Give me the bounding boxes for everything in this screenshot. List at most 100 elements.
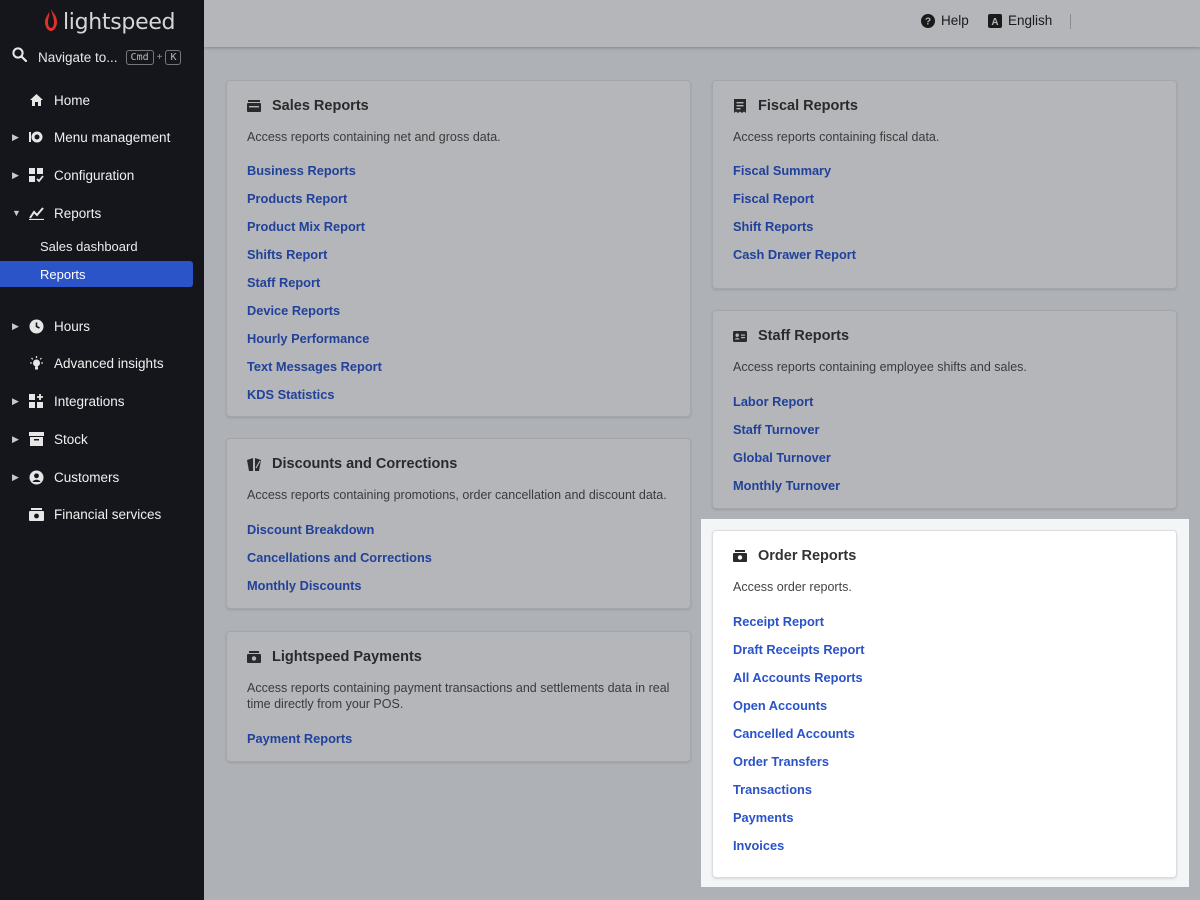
sidebar-subitem-label: Reports	[40, 266, 86, 282]
card-description: Access reports containing payment transa…	[247, 681, 670, 711]
link-cash-drawer-report[interactable]: Cash Drawer Report	[733, 247, 856, 262]
help-icon: ?	[921, 13, 935, 28]
card-link-list: Fiscal Summary Fiscal Report Shift Repor…	[733, 157, 856, 269]
svg-text:?: ?	[925, 16, 931, 27]
link-kds-statistics[interactable]: KDS Statistics	[247, 387, 334, 402]
clock-icon	[28, 318, 44, 334]
sidebar-item-reports[interactable]: ▼ Reports	[0, 200, 204, 226]
integrations-icon	[28, 393, 44, 409]
card-link-list: Labor Report Staff Turnover Global Turno…	[733, 388, 840, 500]
link-monthly-discounts[interactable]: Monthly Discounts	[247, 578, 361, 593]
reports-icon	[28, 205, 44, 221]
link-labor-report[interactable]: Labor Report	[733, 394, 813, 409]
sidebar-item-label: Menu management	[54, 129, 171, 145]
topbar-divider	[1070, 14, 1071, 29]
card-link-list: Business Reports Products Report Product…	[247, 157, 382, 408]
card-link-list: Payment Reports	[247, 725, 352, 753]
link-hourly-performance[interactable]: Hourly Performance	[247, 331, 369, 346]
k-key: K	[165, 49, 182, 65]
card-title: Fiscal Reports	[758, 98, 858, 114]
link-draft-receipts-report[interactable]: Draft Receipts Report	[733, 642, 865, 657]
link-order-transfers[interactable]: Order Transfers	[733, 754, 829, 769]
sidebar-item-advanced-insights[interactable]: Advanced insights	[0, 350, 204, 376]
chevron-right-icon: ▶	[12, 320, 19, 331]
menu-management-icon	[28, 129, 44, 145]
sidebar-subitem-sales-dashboard[interactable]: Sales dashboard	[0, 233, 193, 259]
navigate-label: Navigate to...	[38, 49, 118, 65]
link-payments[interactable]: Payments	[733, 810, 793, 825]
sidebar-item-label: Financial services	[54, 506, 162, 522]
link-business-reports[interactable]: Business Reports	[247, 163, 356, 178]
sidebar-item-integrations[interactable]: ▶ Integrations	[0, 388, 204, 414]
cash-icon	[247, 650, 261, 664]
link-payment-reports[interactable]: Payment Reports	[247, 731, 352, 746]
sidebar-item-label: Configuration	[54, 167, 135, 183]
link-cancellations-corrections[interactable]: Cancellations and Corrections	[247, 550, 432, 565]
help-label: Help	[941, 13, 969, 28]
sidebar-item-home[interactable]: Home	[0, 87, 204, 113]
sidebar-item-label: Integrations	[54, 393, 125, 409]
sidebar-item-label: Home	[54, 92, 91, 108]
link-monthly-turnover[interactable]: Monthly Turnover	[733, 478, 840, 493]
link-discount-breakdown[interactable]: Discount Breakdown	[247, 522, 374, 537]
language-selector[interactable]: A English	[988, 13, 1052, 28]
navigate-search[interactable]: Navigate to... Cmd + K	[12, 46, 197, 68]
sidebar-item-label: Hours	[54, 318, 91, 334]
card-description: Access order reports.	[733, 580, 852, 594]
link-receipt-report[interactable]: Receipt Report	[733, 614, 824, 629]
receipt-icon	[733, 99, 747, 113]
link-transactions[interactable]: Transactions	[733, 782, 812, 797]
card-description: Access reports containing net and gross …	[247, 130, 501, 144]
link-open-accounts[interactable]: Open Accounts	[733, 698, 827, 713]
sidebar-item-configuration[interactable]: ▶ Configuration	[0, 162, 204, 188]
link-all-accounts-reports[interactable]: All Accounts Reports	[733, 670, 863, 685]
cmd-key: Cmd	[125, 49, 154, 65]
link-staff-turnover[interactable]: Staff Turnover	[733, 422, 820, 437]
link-staff-report[interactable]: Staff Report	[247, 275, 320, 290]
lightbulb-icon	[28, 355, 44, 371]
help-button[interactable]: ? Help	[921, 13, 969, 28]
svg-text:A: A	[991, 17, 998, 28]
card-link-list: Discount Breakdown Cancellations and Cor…	[247, 516, 432, 600]
card-description: Access reports containing employee shift…	[733, 360, 1027, 374]
card-description: Access reports containing promotions, or…	[247, 488, 667, 502]
cash-icon	[733, 549, 747, 563]
sidebar-item-menu-management[interactable]: ▶ Menu management	[0, 124, 204, 150]
discounts-corrections-card: Discounts and Corrections Access reports…	[226, 438, 691, 609]
key-plus: +	[156, 51, 163, 63]
id-card-icon	[733, 329, 747, 343]
link-global-turnover[interactable]: Global Turnover	[733, 450, 831, 465]
flame-icon	[44, 8, 58, 36]
sales-reports-card: Sales Reports Access reports containing …	[226, 80, 691, 417]
sidebar-item-stock[interactable]: ▶ Stock	[0, 426, 204, 452]
link-fiscal-report[interactable]: Fiscal Report	[733, 191, 814, 206]
sidebar-item-financial-services[interactable]: Financial services	[0, 501, 204, 527]
fiscal-reports-card: Fiscal Reports Access reports containing…	[712, 80, 1177, 289]
sidebar-subitem-reports[interactable]: Reports	[0, 261, 193, 287]
discount-tag-icon	[247, 457, 261, 471]
sidebar-item-hours[interactable]: ▶ Hours	[0, 313, 204, 339]
link-shift-reports[interactable]: Shift Reports	[733, 219, 813, 234]
link-shifts-report[interactable]: Shifts Report	[247, 247, 327, 262]
search-icon	[12, 47, 28, 67]
language-icon: A	[988, 13, 1002, 28]
link-products-report[interactable]: Products Report	[247, 191, 347, 206]
link-fiscal-summary[interactable]: Fiscal Summary	[733, 163, 831, 178]
card-title: Lightspeed Payments	[272, 649, 422, 665]
card-link-list: Receipt Report Draft Receipts Report All…	[733, 608, 865, 859]
card-title: Order Reports	[758, 548, 857, 564]
lightspeed-logo[interactable]: lightspeed	[44, 8, 176, 36]
card-title: Discounts and Corrections	[272, 456, 458, 472]
link-cancelled-accounts[interactable]: Cancelled Accounts	[733, 726, 855, 741]
chevron-right-icon: ▶	[12, 433, 19, 444]
chevron-right-icon: ▶	[12, 169, 19, 180]
link-invoices[interactable]: Invoices	[733, 838, 784, 853]
sidebar-item-customers[interactable]: ▶ Customers	[0, 464, 204, 490]
link-device-reports[interactable]: Device Reports	[247, 303, 340, 318]
staff-reports-card: Staff Reports Access reports containing …	[712, 310, 1177, 509]
link-product-mix-report[interactable]: Product Mix Report	[247, 219, 365, 234]
sidebar: lightspeed Navigate to... Cmd + K Home ▶…	[0, 0, 204, 900]
link-text-messages-report[interactable]: Text Messages Report	[247, 359, 382, 374]
logo-wordmark: lightspeed	[63, 9, 176, 35]
chevron-right-icon: ▶	[12, 131, 19, 142]
